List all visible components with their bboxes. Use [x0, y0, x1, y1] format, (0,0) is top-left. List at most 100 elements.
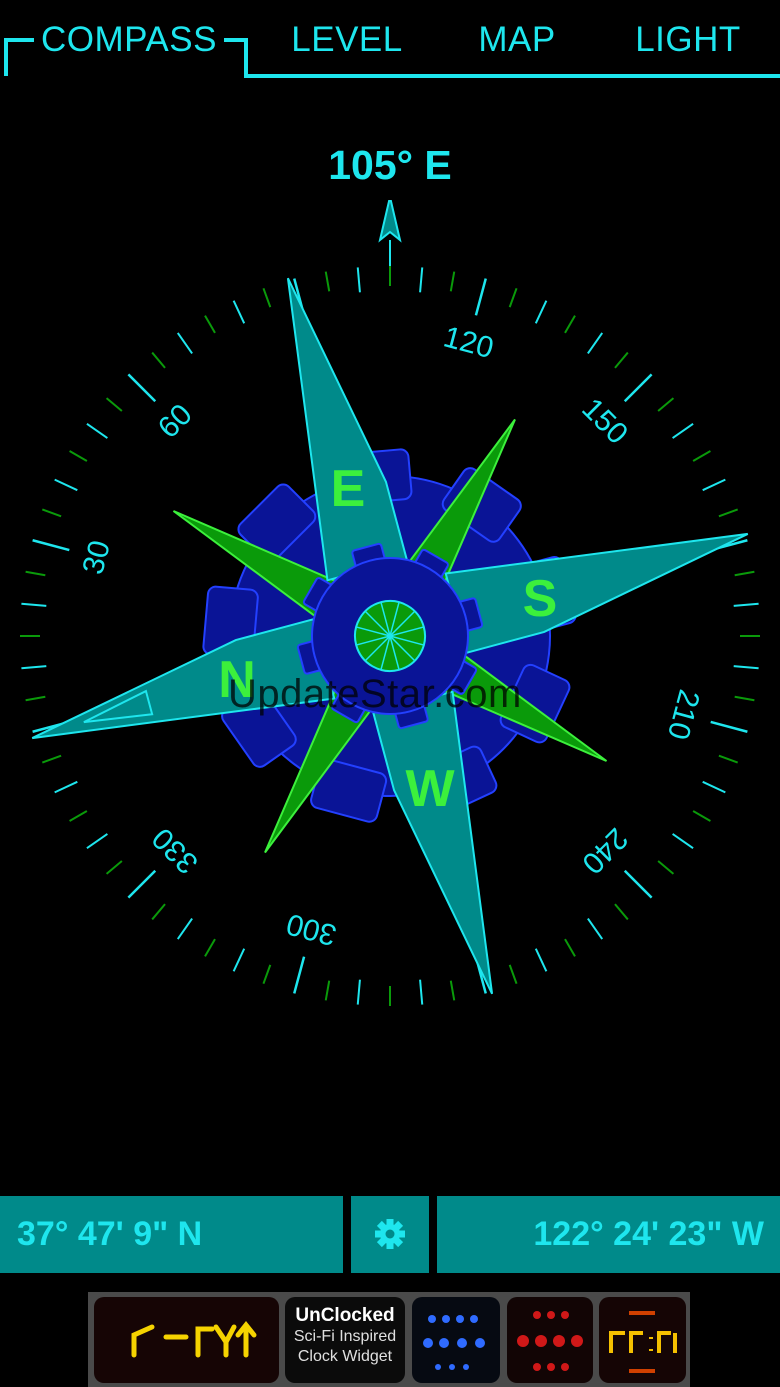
tab-light[interactable]: LIGHT	[628, 18, 748, 62]
dial-label: 60	[152, 398, 199, 445]
dial-tick	[419, 267, 424, 293]
dial-tick	[474, 278, 487, 316]
dial-tick	[564, 938, 576, 957]
compass-dial: 1201502102403003303060 N E S W	[20, 200, 760, 1006]
ad-clock-preview-gold	[599, 1297, 686, 1383]
tab-level[interactable]: LEVEL	[288, 18, 406, 62]
dial-tick	[623, 869, 653, 899]
dial-tick	[127, 869, 157, 899]
dial-tick	[176, 332, 193, 354]
dial-tick	[54, 780, 78, 794]
dial-tick	[534, 300, 548, 324]
dial-tick	[21, 602, 47, 607]
dial-tick	[151, 351, 166, 369]
dial-tick	[232, 948, 246, 972]
heading-readout: 105° E	[328, 142, 452, 188]
dial-tick	[127, 373, 157, 403]
dial-tick	[86, 422, 108, 439]
blue-glyphs-icon	[423, 1315, 485, 1370]
dial-tick	[702, 780, 726, 794]
dial-label: 210	[661, 686, 706, 743]
longitude-readout: 122° 24' 23" W	[437, 1196, 780, 1273]
dial-tick	[293, 956, 306, 994]
dial-tick	[41, 508, 62, 518]
dial-tick	[614, 351, 629, 369]
gold-glyphs-icon	[609, 1311, 677, 1373]
dial-tick	[449, 980, 456, 1001]
dial-tick	[614, 903, 629, 921]
dial-tick	[105, 397, 123, 412]
ad-line-2: Clock Widget	[297, 1348, 393, 1365]
tab-map[interactable]: MAP	[470, 18, 564, 62]
dial-label: 300	[283, 907, 340, 952]
compass-rose	[31, 277, 749, 995]
dial-tick	[672, 833, 694, 850]
dial-tick	[564, 315, 576, 334]
dial-tick	[204, 938, 216, 957]
dial-tick	[623, 373, 653, 403]
longitude-value: 122° 24' 23" W	[533, 1215, 764, 1253]
heading-pointer-icon	[378, 200, 402, 276]
dial-tick	[176, 918, 193, 940]
dial-tick	[32, 539, 70, 552]
dial-tick	[657, 860, 675, 875]
ad-clock-preview-blue	[412, 1297, 500, 1383]
dial-tick	[324, 271, 331, 292]
dial-tick	[692, 450, 711, 462]
dial-tick	[69, 450, 88, 462]
dial-tick	[449, 271, 456, 292]
dial-tick	[204, 315, 216, 334]
dial-label: 30	[77, 537, 118, 578]
tab-bar: COMPASS LEVEL MAP LIGHT	[0, 0, 780, 80]
cardinal-s: S	[523, 570, 558, 628]
dial-tick	[419, 979, 424, 1005]
cardinal-w: W	[405, 760, 455, 818]
dial-tick	[262, 287, 272, 308]
dial-tick	[69, 810, 88, 822]
dial-tick	[232, 300, 246, 324]
dial-tick	[508, 964, 518, 985]
dial-tick	[25, 695, 46, 702]
dial-tick	[356, 267, 361, 293]
dial-tick	[672, 422, 694, 439]
dial-tick	[54, 478, 78, 492]
latitude-readout: 37° 47' 9" N	[0, 1196, 343, 1273]
dial-tick	[86, 833, 108, 850]
dial-tick	[733, 665, 759, 670]
watermark: UpdateStar.com	[228, 672, 522, 716]
dial-tick	[718, 754, 739, 764]
dial-tick	[710, 720, 748, 733]
dial-tick	[734, 695, 755, 702]
tab-compass[interactable]: COMPASS	[40, 18, 218, 62]
dial-label: 120	[440, 320, 497, 365]
dial-tick	[657, 397, 675, 412]
red-glyphs-icon	[517, 1311, 583, 1371]
ad-line-1: Sci-Fi Inspired	[293, 1328, 397, 1345]
dial-tick	[508, 287, 518, 308]
dial-tick	[534, 948, 548, 972]
dial-tick	[718, 508, 739, 518]
ad-banner[interactable]: UnClocked Sci-Fi Inspired Clock Widget	[88, 1292, 690, 1387]
ad-clock-preview-1	[94, 1297, 279, 1383]
cardinal-e: E	[331, 460, 366, 518]
dial-tick	[324, 980, 331, 1001]
dial-tick	[587, 332, 604, 354]
dial-tick	[733, 602, 759, 607]
alien-clock-glyphs-icon	[131, 1320, 257, 1358]
dial-tick	[105, 860, 123, 875]
ad-title: UnClocked	[295, 1305, 395, 1326]
ad-clock-preview-red	[507, 1297, 593, 1383]
latitude-value: 37° 47' 9" N	[17, 1215, 203, 1253]
ad-text-tile: UnClocked Sci-Fi Inspired Clock Widget	[285, 1297, 405, 1383]
dial-tick	[734, 570, 755, 577]
dial-tick	[692, 810, 711, 822]
dial-tick	[587, 918, 604, 940]
dial-tick	[262, 964, 272, 985]
dial-tick	[702, 478, 726, 492]
dial-tick	[356, 979, 361, 1005]
dial-tick	[151, 903, 166, 921]
dial-tick	[21, 665, 47, 670]
settings-button[interactable]	[351, 1196, 429, 1273]
dial-tick	[25, 570, 46, 577]
gear-icon	[375, 1219, 405, 1249]
